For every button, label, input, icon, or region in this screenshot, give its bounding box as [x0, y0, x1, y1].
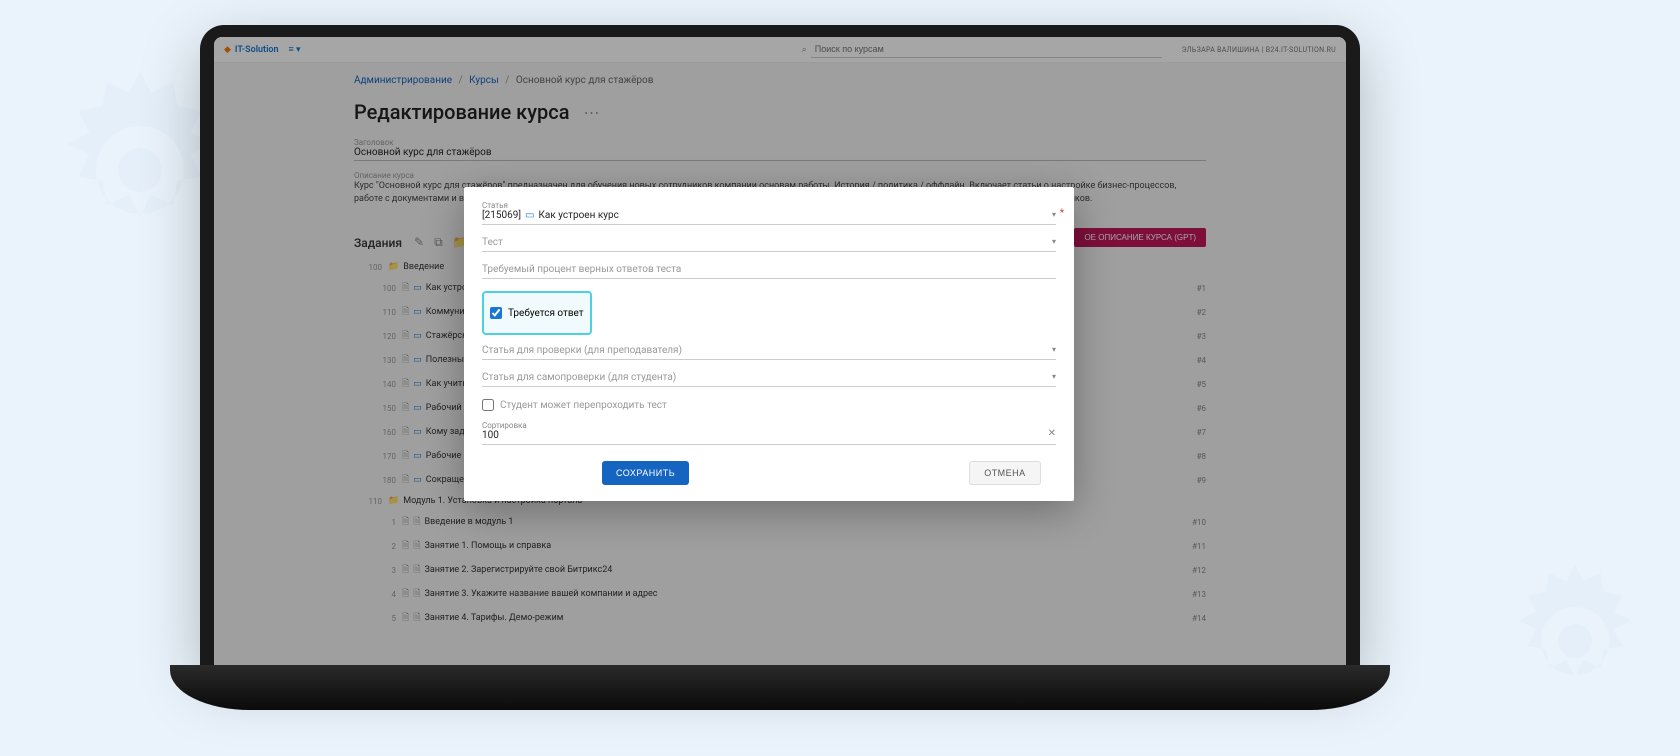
can-retake-checkbox[interactable] [482, 399, 494, 411]
student-article-select[interactable]: Статья для самопроверки (для студента) ▾ [482, 372, 1056, 387]
edit-task-modal: Статья [215069] ▭ Как устроен курс ▾ * Т… [464, 187, 1074, 501]
cancel-button[interactable]: ОТМЕНА [969, 461, 1041, 485]
chevron-down-icon[interactable]: ▾ [1052, 345, 1056, 354]
can-retake-check[interactable]: Студент может перепроходить тест [482, 399, 1056, 411]
modal-actions: СОХРАНИТЬ ОТМЕНА [482, 461, 1056, 485]
sort-value: 100 [482, 430, 1056, 441]
laptop-frame: ◆ IT-Solution ≡ ▾ ⌕ ЭЛЬЗАРА ВАЛИШИНА | B… [200, 25, 1360, 665]
require-answer-check[interactable]: Требуется ответ [490, 307, 584, 319]
chevron-down-icon[interactable]: ▾ [1052, 210, 1056, 219]
article-title: Как устроен курс [538, 210, 618, 221]
chevron-down-icon[interactable]: ▾ [1052, 237, 1056, 246]
teacher-article-select[interactable]: Статья для проверки (для преподавателя) … [482, 345, 1056, 360]
book-icon: ▭ [525, 210, 534, 221]
article-field[interactable]: Статья [215069] ▭ Как устроен курс ▾ * [482, 201, 1056, 225]
clear-icon[interactable]: ✕ [1048, 428, 1056, 439]
require-answer-checkbox[interactable] [490, 307, 502, 319]
laptop-base [170, 665, 1390, 710]
sort-field[interactable]: Сортировка 100 ✕ [482, 421, 1056, 445]
bg-gear-icon [1490, 556, 1660, 726]
app-screen: ◆ IT-Solution ≡ ▾ ⌕ ЭЛЬЗАРА ВАЛИШИНА | B… [214, 37, 1346, 665]
test-select[interactable]: Тест ▾ [482, 237, 1056, 252]
percent-field[interactable]: Требуемый процент верных ответов теста [482, 264, 1056, 279]
highlight-require-answer: Требуется ответ [482, 291, 592, 335]
required-icon: * [1060, 208, 1064, 219]
chevron-down-icon[interactable]: ▾ [1052, 372, 1056, 381]
save-button[interactable]: СОХРАНИТЬ [602, 461, 689, 485]
article-id: [215069] [482, 210, 521, 221]
